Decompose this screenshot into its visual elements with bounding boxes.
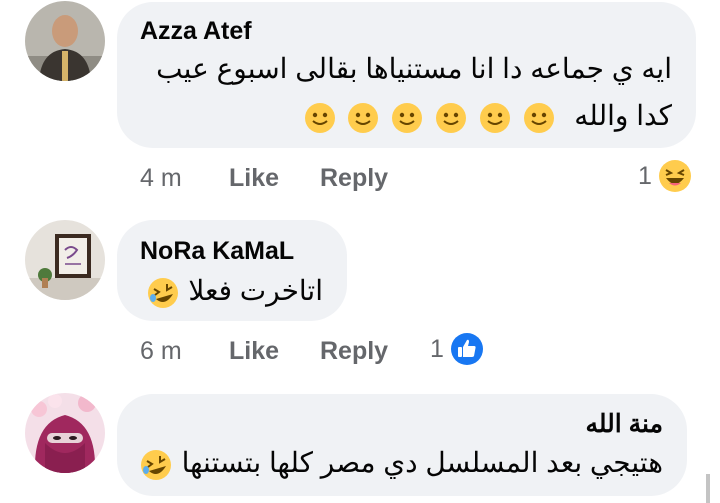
reply-button[interactable]: Reply [320,164,388,193]
comment-text: اتاخرت فعلا [188,275,323,306]
smiley-icon [304,102,336,134]
comment-bubble: منة الله هتيجي بعد المسلسل دي مصر كلها ب… [117,394,687,496]
comment-author[interactable]: Azza Atef [140,17,252,46]
smiley-icon [347,102,379,134]
comment-text: هتيجي بعد المسلسل دي مصر كلها بتستنها [181,447,663,478]
avatar-menna-allah[interactable] [25,393,105,473]
comment-bubble: NoRa KaMaL اتاخرت فعلا [117,220,347,321]
reaction-summary[interactable]: 1 [430,332,484,366]
thumbs-up-icon [450,332,484,366]
like-button[interactable]: Like [229,337,279,366]
rolling-laughing-icon [140,449,172,481]
comment-text-row: هتيجي بعد المسلسل دي مصر كلها بتستنها [138,442,663,484]
laughing-face-icon [658,159,692,193]
avatar-azza-atef[interactable] [25,1,105,81]
comment-text-line1: ايه ي جماعه دا انا مستنياها بقالى اسبوع … [156,53,672,84]
comment-timestamp[interactable]: 4 m [140,164,182,193]
reaction-count: 1 [430,334,444,363]
comment-text-line2: كدا والله [574,100,672,131]
reaction-count: 1 [638,161,652,190]
smiley-icon [523,102,555,134]
smiley-emojis [302,95,557,137]
like-button[interactable]: Like [229,164,279,193]
comment-text: ايه ي جماعه دا انا مستنياها بقالى اسبوع … [156,48,672,90]
reply-button[interactable]: Reply [320,337,388,366]
comment-timestamp[interactable]: 6 m [140,337,182,366]
smiley-icon [391,102,423,134]
comment-author[interactable]: NoRa KaMaL [140,237,294,266]
comment-text-line2-row: كدا والله [302,95,672,137]
smiley-icon [435,102,467,134]
comment-text-row: اتاخرت فعلا [145,270,323,312]
comment-author[interactable]: منة الله [585,409,663,439]
scrollbar-thumb[interactable] [706,474,710,503]
smiley-icon [479,102,511,134]
avatar-nora-kamal[interactable] [25,220,105,300]
rolling-laughing-icon [147,277,179,309]
comment-bubble: Azza Atef ايه ي جماعه دا انا مستنياها بق… [117,2,696,148]
reaction-summary[interactable]: 1 [638,159,692,193]
